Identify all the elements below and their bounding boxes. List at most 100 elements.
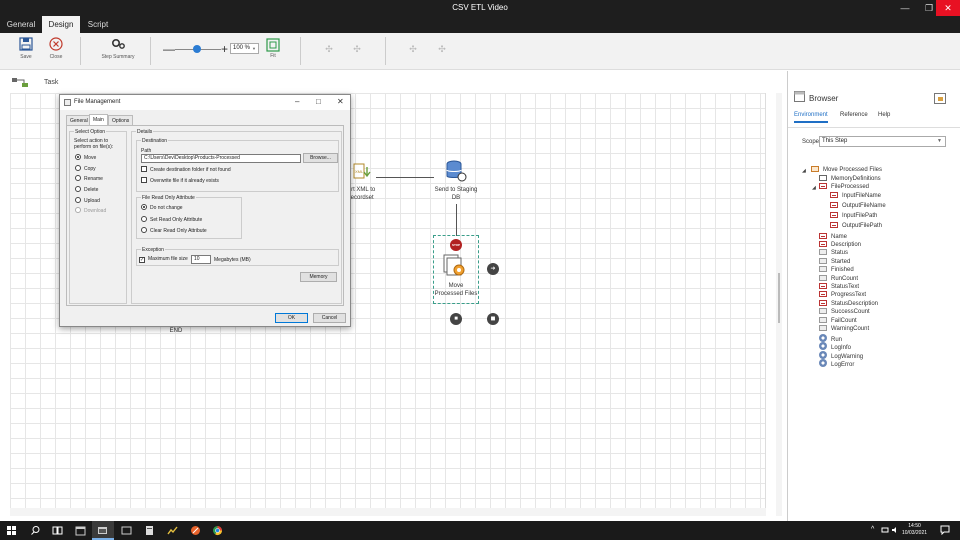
tab-script[interactable]: Script [80, 16, 116, 33]
zoom-slider-thumb[interactable] [193, 45, 201, 53]
path-input[interactable]: C:\Users\Dev\Desktop\Products-Processed [141, 154, 301, 163]
copy-node-icon[interactable]: ◼ [487, 313, 499, 325]
dialog-close-button[interactable]: ✕ [337, 97, 344, 106]
close-window-button[interactable]: ✕ [936, 0, 960, 16]
create-folder-checkbox[interactable]: Create destination folder if not found [141, 166, 231, 174]
collapse-arrow-icon[interactable]: ◢ [812, 185, 816, 191]
delete-node-icon[interactable]: ■ [450, 313, 462, 325]
property-icon [830, 222, 838, 228]
file-management-dialog: File Management – □ ✕ General Main Optio… [59, 94, 351, 327]
collapse-arrow-icon[interactable]: ◢ [802, 168, 806, 174]
tree-item[interactable]: ProgressText [819, 291, 866, 299]
radio-set-read-only[interactable]: Set Read Only Attribute [141, 216, 202, 224]
windows-start-icon[interactable] [6, 525, 17, 536]
cancel-button[interactable]: Cancel [313, 313, 346, 323]
tree-item[interactable]: StatusDescription [819, 300, 878, 308]
tree-item[interactable]: LogError [819, 359, 854, 368]
zoom-out-button[interactable]: — [163, 42, 175, 56]
file-move-icon[interactable] [443, 254, 469, 278]
tab-reference[interactable]: Reference [840, 112, 868, 118]
tree-item[interactable]: InputFileName [830, 192, 881, 200]
dialog-tab-options[interactable]: Options [108, 115, 134, 125]
tree-item[interactable]: SuccessCount [819, 308, 870, 316]
memory-button[interactable]: Memory [300, 272, 337, 282]
dialog-tab-general[interactable]: General [66, 115, 92, 125]
tree-item[interactable]: MemoryDefinitions [819, 175, 881, 183]
overwrite-checkbox[interactable]: Overwrite file if it already exists [141, 177, 219, 185]
tree-item[interactable]: OutputFilePath [830, 222, 882, 230]
fit-icon [266, 38, 280, 52]
browse-button[interactable]: Browse... [303, 153, 338, 163]
network-icon[interactable] [881, 526, 889, 534]
radio-do-not-change[interactable]: Do not change [141, 204, 183, 212]
radio-rename[interactable]: Rename [75, 175, 103, 183]
radio-upload[interactable]: Upload [75, 197, 100, 205]
orange-app-icon[interactable] [190, 525, 201, 536]
details-group: Details Destination Path C:\Users\Dev\De… [131, 129, 342, 304]
tab-design[interactable]: Design [42, 16, 80, 33]
scope-select[interactable]: This Step ▼ [819, 136, 946, 147]
chart-app-icon[interactable] [167, 525, 178, 536]
vertical-scrollbar[interactable] [776, 93, 782, 516]
tree-item[interactable]: Run [819, 334, 842, 343]
step-summary-button[interactable]: Step Summary [97, 36, 139, 60]
ok-button[interactable]: OK [275, 313, 308, 323]
search-icon[interactable] [30, 525, 41, 536]
next-arrow-button[interactable]: ➜ [487, 263, 499, 275]
database-icon[interactable] [444, 160, 468, 182]
dialog-minimize-button[interactable]: – [295, 97, 299, 106]
align-left-icon[interactable]: ✣ [324, 44, 334, 54]
minimize-button[interactable]: — [893, 0, 917, 16]
tree-item[interactable]: Finished [819, 266, 854, 274]
tree-item[interactable]: StatusText [819, 283, 859, 291]
clock[interactable]: 14:50 10/03/2021 [902, 523, 927, 537]
tab-help[interactable]: Help [878, 112, 890, 118]
horizontal-scrollbar[interactable] [10, 508, 766, 516]
radio-copy[interactable]: Copy [75, 165, 96, 173]
tree-item[interactable]: Description [819, 241, 861, 249]
xml-convert-node-icon[interactable]: XML [353, 163, 375, 181]
tree-item[interactable]: Status [819, 249, 848, 257]
desktop-app-icon[interactable] [121, 525, 132, 536]
tray-chevron-up-icon[interactable]: ^ [871, 526, 874, 533]
zoom-in-button[interactable]: + [221, 42, 228, 56]
tree-item[interactable]: LogInfo [819, 342, 851, 351]
documents-app-icon[interactable] [144, 525, 155, 536]
radio-dot [75, 207, 81, 213]
tree-item[interactable]: FailCount [819, 317, 857, 325]
tab-environment[interactable]: Environment [794, 112, 828, 123]
tree-item[interactable]: RunCount [819, 275, 858, 283]
etl-app-icon[interactable] [97, 525, 108, 536]
align-center-icon[interactable]: ✣ [352, 44, 362, 54]
pin-panel-icon[interactable] [934, 93, 946, 104]
tree-item[interactable]: LogWarning [819, 351, 863, 360]
chrome-icon[interactable] [212, 525, 223, 536]
tree-item[interactable]: Started [819, 258, 850, 266]
tree-item[interactable]: FileProcessed [819, 183, 869, 191]
radio-delete[interactable]: Delete [75, 186, 98, 194]
dialog-maximize-button[interactable]: □ [316, 97, 321, 106]
tree-item-root[interactable]: Move Processed Files [811, 166, 882, 174]
radio-clear-read-only[interactable]: Clear Read Only Attribute [141, 227, 207, 235]
close-button[interactable]: Close [36, 36, 76, 60]
tree-item[interactable]: Name [819, 233, 847, 241]
scrollbar-thumb[interactable] [778, 273, 780, 323]
max-file-size-checkbox[interactable]: ✓ Maximum file size [139, 256, 188, 263]
notifications-icon[interactable] [940, 525, 950, 535]
select-option-title: Select Option [74, 129, 107, 135]
tree-item[interactable]: WarningCount [819, 325, 869, 333]
zoom-select[interactable]: 100 % ▼ [230, 43, 259, 54]
dialog-tab-main[interactable]: Main [89, 114, 108, 125]
fit-button[interactable]: Fit [262, 38, 284, 59]
task-view-icon[interactable] [52, 525, 63, 536]
stop-badge[interactable]: STOP [450, 239, 462, 251]
tab-general[interactable]: General [0, 16, 42, 33]
max-file-size-input[interactable]: 10 [191, 255, 211, 264]
distribute-horizontal-icon[interactable]: ✣ [408, 44, 418, 54]
radio-move[interactable]: Move [75, 154, 96, 162]
tree-item[interactable]: OutputFileName [830, 202, 886, 210]
tree-item[interactable]: InputFilePath [830, 212, 877, 220]
calendar-app-icon[interactable] [75, 525, 86, 536]
speaker-icon[interactable] [891, 526, 899, 534]
distribute-vertical-icon[interactable]: ✣ [437, 44, 447, 54]
